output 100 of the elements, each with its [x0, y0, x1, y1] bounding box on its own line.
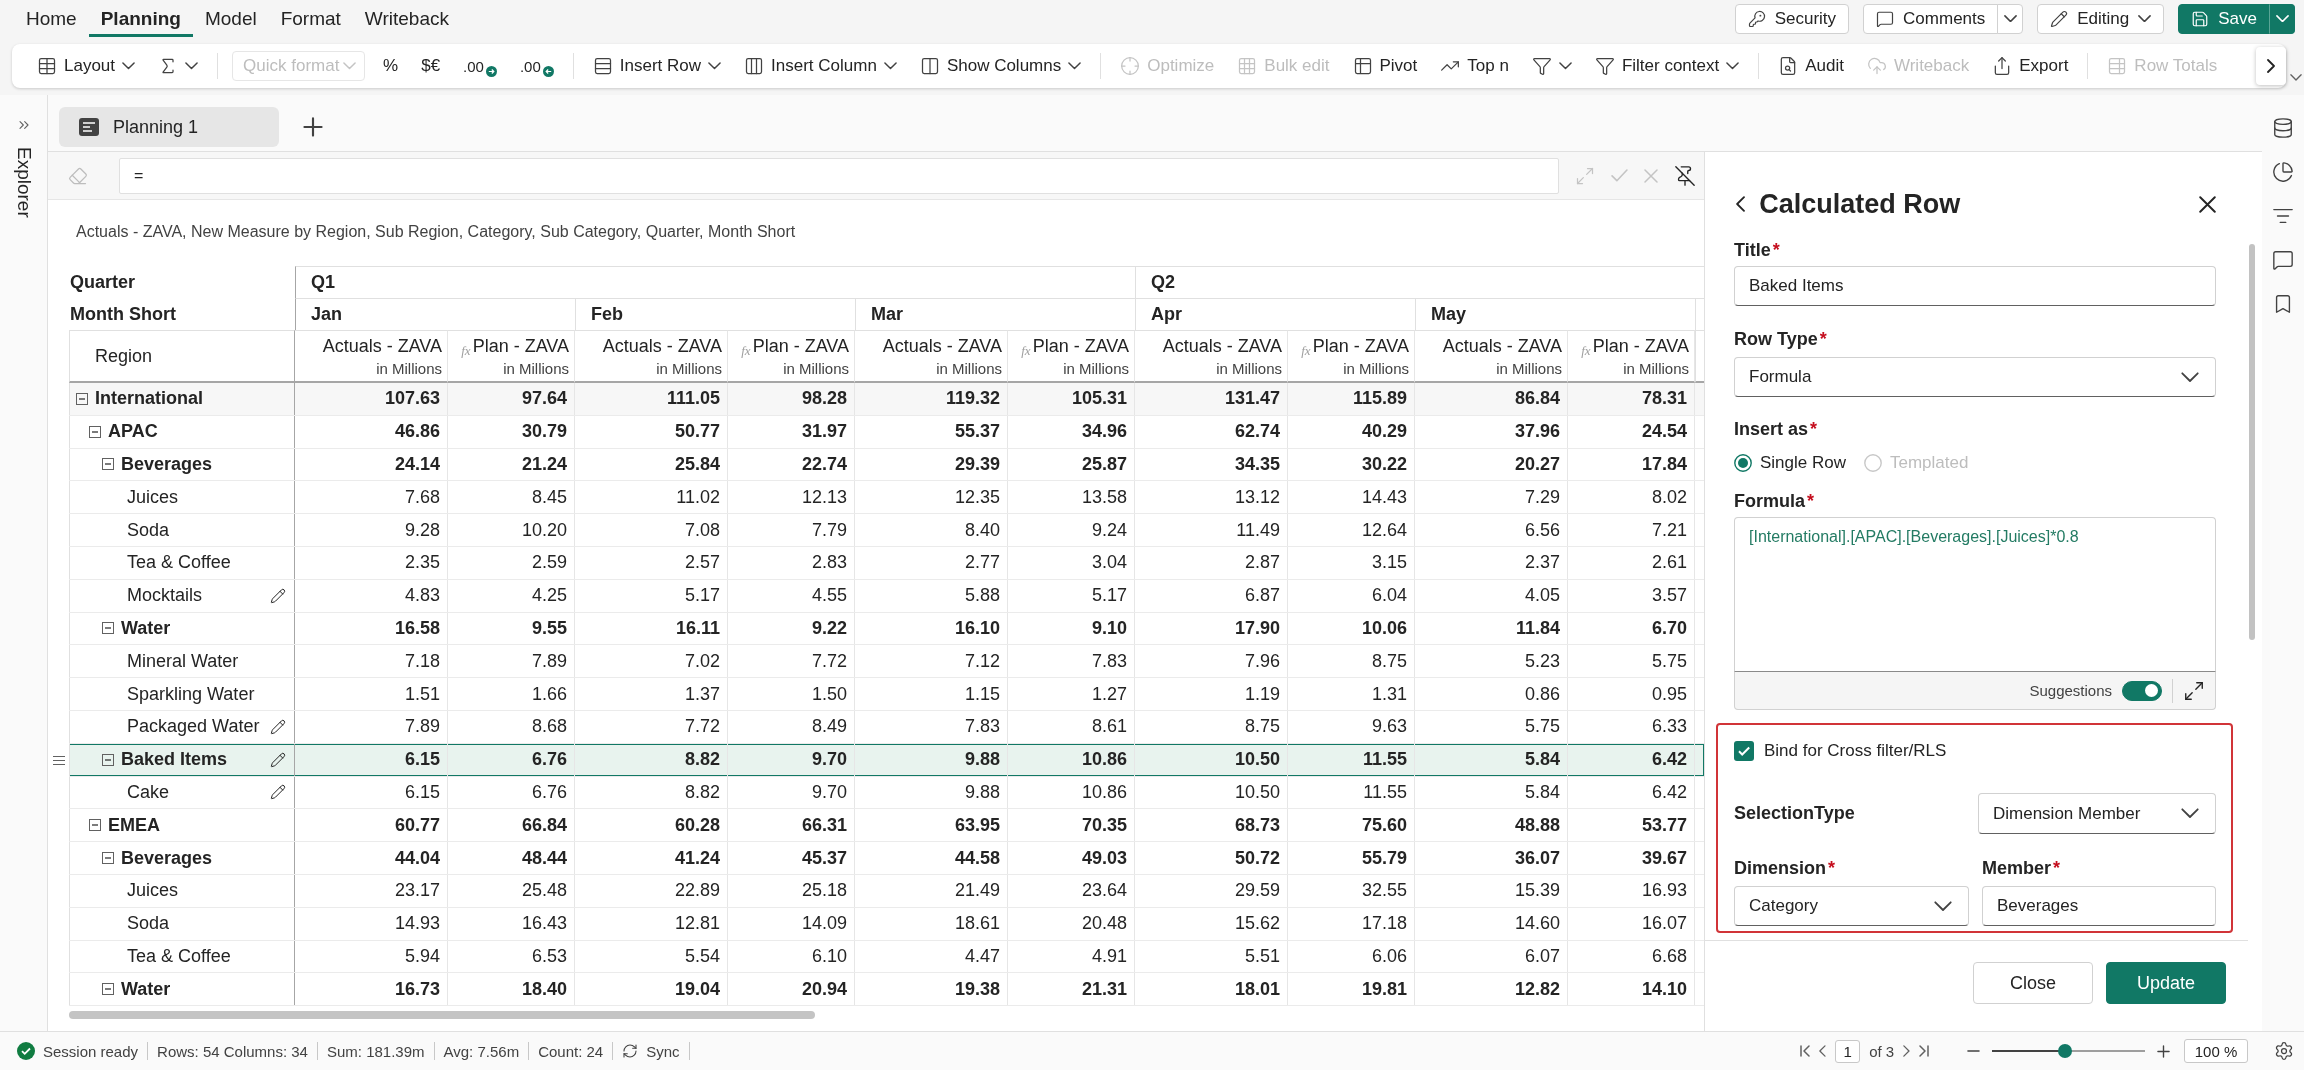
zoom-in-icon[interactable] — [2157, 1044, 2170, 1058]
slider-thumb[interactable] — [2058, 1044, 2073, 1058]
drag-handle-icon[interactable] — [52, 755, 65, 765]
comment-icon[interactable] — [2272, 249, 2294, 271]
toolbar-button[interactable]: Top n — [1435, 49, 1514, 83]
close-icon[interactable] — [2199, 195, 2216, 213]
table-row[interactable]: Soda 14.93 16.43 12.81 14.09 18.61 20.48 15.62 17.18 14.60 16.07 — [69, 907, 1704, 941]
scrollbar-thumb[interactable] — [2249, 244, 2255, 640]
action-button[interactable]: Comments — [1863, 3, 1999, 34]
collapse-icon[interactable] — [102, 622, 114, 635]
scroll-right-button[interactable] — [2256, 47, 2286, 85]
table-row[interactable]: EMEA 60.77 66.84 60.28 66.31 63.95 70.35 68.73 75.60 48.88 53.77 — [69, 809, 1704, 843]
zoom-input[interactable]: 100 % — [2184, 1039, 2248, 1063]
table-row[interactable]: Mineral Water 7.18 7.89 7.02 7.72 7.12 7.83 7.96 8.75 5.23 5.75 — [69, 645, 1704, 679]
close-button[interactable]: Close — [1973, 962, 2093, 1004]
decimal-button[interactable]: .00 — [514, 49, 559, 83]
previous-page-icon[interactable] — [1819, 1045, 1827, 1057]
table-row[interactable]: Baked Items 6.15 6.76 8.82 9.70 9.88 10.86 10.50 11.55 5.84 6.42 — [69, 743, 1704, 777]
collapse-icon[interactable] — [89, 819, 101, 832]
table-row[interactable]: Beverages 24.14 21.24 25.84 22.74 29.39 25.87 34.35 30.22 20.27 17.84 — [69, 448, 1704, 482]
settings-icon[interactable] — [2274, 1041, 2294, 1061]
toolbar-button[interactable]: Filter context — [1589, 49, 1745, 83]
formula-input[interactable]: = — [119, 157, 1559, 194]
last-page-icon[interactable] — [1919, 1045, 1929, 1057]
table-cell: 30.79 — [448, 415, 575, 448]
pencil-icon[interactable] — [270, 718, 286, 735]
menu-tab[interactable]: Format — [268, 0, 353, 37]
table-row[interactable]: Tea & Coffee 2.35 2.59 2.57 2.83 2.77 3.04 2.87 3.15 2.37 2.61 — [69, 547, 1704, 580]
radio-option[interactable]: Single Row — [1734, 453, 1846, 473]
decimal-button[interactable]: .00 — [458, 49, 502, 83]
update-button[interactable]: Update — [2106, 962, 2226, 1004]
table-row[interactable]: Sparkling Water 1.51 1.66 1.37 1.50 1.15 1.27 1.19 1.31 0.86 0.95 — [69, 678, 1704, 711]
pencil-icon[interactable] — [270, 751, 286, 768]
menu-tab[interactable]: Writeback — [352, 0, 461, 37]
database-icon[interactable] — [2272, 117, 2294, 139]
suggestions-toggle[interactable] — [2122, 680, 2162, 701]
title-input[interactable]: Baked Items — [1734, 266, 2216, 306]
toolbar-button[interactable]: Insert Row — [587, 49, 727, 83]
table-row[interactable]: International 107.63 97.64 111.05 98.28 119.32 105.31 131.47 115.89 86.84 78.31 — [69, 383, 1704, 416]
table-row[interactable]: Beverages 44.04 48.44 41.24 45.37 44.58 49.03 50.72 55.79 36.07 39.67 — [69, 842, 1704, 875]
checkbox-option[interactable]: Bind for Cross filter/RLS — [1734, 739, 2216, 763]
table-row[interactable]: Cake 6.15 6.76 8.82 9.70 9.88 10.86 10.50 11.55 5.84 6.42 — [69, 776, 1704, 810]
column-header: May — [1415, 298, 1695, 330]
table-row[interactable]: Juices 23.17 25.48 22.89 25.18 21.49 23.64 29.59 32.55 15.39 16.93 — [69, 874, 1704, 908]
table-cell: 6.87 — [1135, 579, 1288, 612]
row-type-select[interactable]: Formula — [1734, 357, 2216, 397]
pencil-icon[interactable] — [270, 784, 286, 801]
table-row[interactable]: Mocktails 4.83 4.25 5.17 4.55 5.88 5.17 6.87 6.04 4.05 3.57 — [69, 579, 1704, 613]
page-input[interactable]: 1 — [1835, 1039, 1861, 1063]
table-row[interactable]: Water 16.58 9.55 16.11 9.22 16.10 9.10 17.90 10.06 11.84 6.70 — [69, 612, 1704, 646]
table-row[interactable]: Water 16.73 18.40 19.04 20.94 19.38 21.31 18.01 19.81 12.82 14.10 — [69, 973, 1704, 1007]
dropdown-button[interactable] — [2269, 3, 2295, 34]
back-icon[interactable] — [1736, 196, 1746, 212]
table-cell: 34.35 — [1135, 448, 1288, 481]
selection-type-select[interactable]: Dimension Member — [1978, 793, 2216, 834]
toolbar-button[interactable]: Insert Column — [739, 49, 902, 83]
first-page-icon[interactable] — [1800, 1045, 1811, 1057]
menu-tab[interactable]: Model — [192, 0, 269, 37]
next-page-icon[interactable] — [1903, 1045, 1910, 1057]
collapse-icon[interactable] — [102, 753, 114, 766]
toolbar-button[interactable]: Show Columns — [914, 49, 1087, 83]
collapse-icon[interactable] — [102, 458, 114, 471]
collapse-icon[interactable] — [102, 983, 114, 996]
dimension-select[interactable]: Category — [1734, 886, 1969, 926]
sync-button[interactable]: Sync — [622, 1042, 680, 1060]
checkbox-icon[interactable] — [1734, 741, 1754, 761]
table-cell: 14.60 — [1415, 907, 1568, 940]
unit-label: in Millions — [1496, 359, 1562, 377]
table-row[interactable]: Juices 7.68 8.45 11.02 12.13 12.35 13.58 13.12 14.43 7.29 8.02 — [69, 481, 1704, 515]
scrollbar-thumb[interactable] — [69, 1011, 815, 1020]
table-cell: 7.83 — [855, 710, 1008, 743]
check-icon[interactable] — [1611, 169, 1628, 182]
key-icon — [1747, 9, 1766, 28]
collapse-icon[interactable] — [89, 425, 101, 438]
table-row[interactable]: APAC 46.86 30.79 50.77 31.97 55.37 34.96 62.74 40.29 37.96 24.54 — [69, 415, 1704, 449]
expand-icon[interactable] — [2183, 679, 2205, 702]
toolbar-button[interactable]: Export — [1987, 49, 2074, 83]
collapse-icon[interactable] — [76, 392, 88, 405]
sheet-tab[interactable]: Planning 1 — [59, 107, 279, 147]
table-row[interactable]: Tea & Coffee 5.94 6.53 5.54 6.10 4.47 4.91 5.51 6.06 6.07 6.68 — [69, 940, 1704, 974]
action-button[interactable]: Editing — [2037, 3, 2165, 34]
table-row[interactable]: Packaged Water 7.89 8.68 7.72 8.49 7.83 8.61 8.75 9.63 5.75 6.33 — [69, 710, 1704, 744]
toolbar-button[interactable]: Audit — [1773, 49, 1849, 83]
action-button[interactable]: Security — [1734, 3, 1850, 34]
member-input[interactable]: Beverages — [1982, 886, 2216, 926]
explorer-tab[interactable]: Explorer — [12, 147, 35, 218]
caret-icon[interactable] — [2290, 74, 2302, 81]
menu-tab[interactable]: Home — [14, 0, 89, 37]
zoom-slider[interactable] — [1992, 1044, 2145, 1058]
pie-chart-icon[interactable] — [2272, 161, 2294, 183]
primary-button[interactable]: Save — [2178, 3, 2270, 34]
format-button[interactable]: $€ — [416, 49, 446, 83]
unpin-icon[interactable] — [1674, 164, 1696, 187]
pencil-icon[interactable] — [270, 587, 286, 604]
toolbar-button[interactable]: Pivot — [1347, 49, 1423, 83]
table-row[interactable]: Soda 9.28 10.20 7.08 7.79 8.40 9.24 11.49 12.64 6.56 7.21 — [69, 514, 1704, 547]
formula-textarea[interactable]: [International].[APAC].[Beverages].[Juices]*0.8 — [1734, 517, 2216, 671]
toolbar-button[interactable]: Layout — [32, 49, 141, 83]
format-button[interactable]: % — [378, 49, 404, 83]
collapse-icon[interactable] — [102, 852, 114, 865]
